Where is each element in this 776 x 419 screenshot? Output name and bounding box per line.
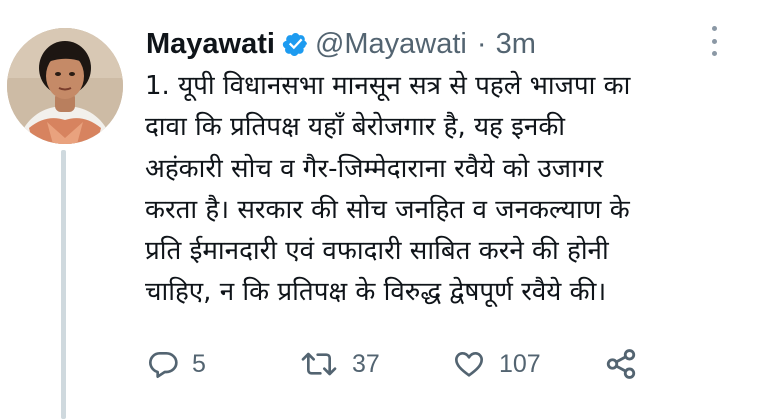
share-button[interactable]: [604, 340, 638, 388]
header-separator: ·: [476, 27, 487, 60]
avatar-image: [7, 28, 123, 144]
tweet[interactable]: Mayawati @Mayawati · 3m 1. यूपी विधानसभा…: [0, 0, 776, 419]
tweet-text: 1. यूपी विधानसभा मानसून सत्र से पहले भाज…: [145, 66, 760, 314]
tweet-text-line: चाहिए, न कि प्रतिपक्ष के विरुद्ध द्वेषपू…: [145, 277, 607, 308]
retweet-button[interactable]: 37: [299, 340, 380, 388]
more-dot: [711, 26, 717, 31]
tweet-time[interactable]: 3m: [496, 28, 536, 61]
more-dot: [711, 38, 717, 44]
tweet-header: Mayawati @Mayawati · 3m: [146, 26, 536, 62]
retweet-icon: [301, 352, 337, 376]
like-icon: [455, 352, 483, 377]
like-button[interactable]: 107: [452, 340, 541, 388]
verified-badge-icon: [282, 32, 307, 56]
retweet-count: 37: [352, 349, 380, 378]
tweet-text-line: प्रति ईमानदारी एवं वफादारी साबित करने की…: [145, 236, 609, 267]
author-handle[interactable]: @Mayawati: [315, 28, 467, 61]
tweet-text-line: दावा कि प्रतिपक्ष यहाँ बेरोजगार है, यह इ…: [145, 112, 566, 143]
tweet-text-line: अहंकारी सोच व गैर-जिम्मेदाराना रवैये को …: [145, 153, 604, 184]
tweet-actions: 5 37 107: [0, 340, 776, 388]
tweet-text-line: करता है। सरकार की सोच जनहित व जनकल्याण क…: [145, 194, 630, 225]
author-name[interactable]: Mayawati: [146, 28, 275, 61]
reply-count: 5: [192, 349, 206, 378]
reply-button[interactable]: 5: [147, 340, 206, 388]
more-dot: [711, 51, 717, 56]
reply-icon: [149, 352, 178, 378]
tweet-text-line: 1. यूपी विधानसभा मानसून सत्र से पहले भाज…: [145, 71, 631, 101]
more-options-icon[interactable]: [704, 26, 724, 56]
avatar[interactable]: [7, 28, 123, 144]
share-icon: [606, 349, 636, 379]
like-count: 107: [499, 349, 541, 378]
